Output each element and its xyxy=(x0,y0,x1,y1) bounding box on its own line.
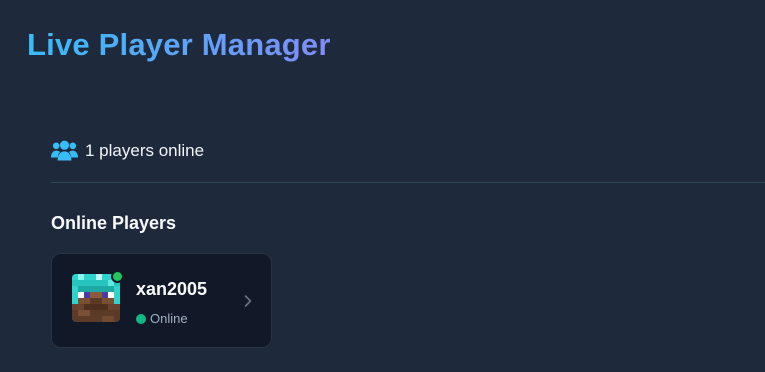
online-players-heading: Online Players xyxy=(51,213,177,233)
players-online-count: 1 players online xyxy=(85,141,205,160)
chevron-right-icon[interactable] xyxy=(243,294,253,308)
player-card[interactable]: xan2005 Online xyxy=(51,253,272,348)
status-dot-icon xyxy=(136,314,146,324)
player-status: Online xyxy=(136,310,188,328)
avatar xyxy=(72,270,124,322)
player-manager-page: Live Player Manager 1 players online Onl… xyxy=(0,0,765,372)
section-divider xyxy=(51,182,765,183)
users-icon xyxy=(51,140,78,161)
page-title: Live Player Manager xyxy=(27,27,331,62)
status-label: Online xyxy=(150,311,188,326)
player-name: xan2005 xyxy=(136,279,208,299)
online-indicator xyxy=(111,270,124,283)
players-online-summary: 1 players online xyxy=(51,138,204,164)
